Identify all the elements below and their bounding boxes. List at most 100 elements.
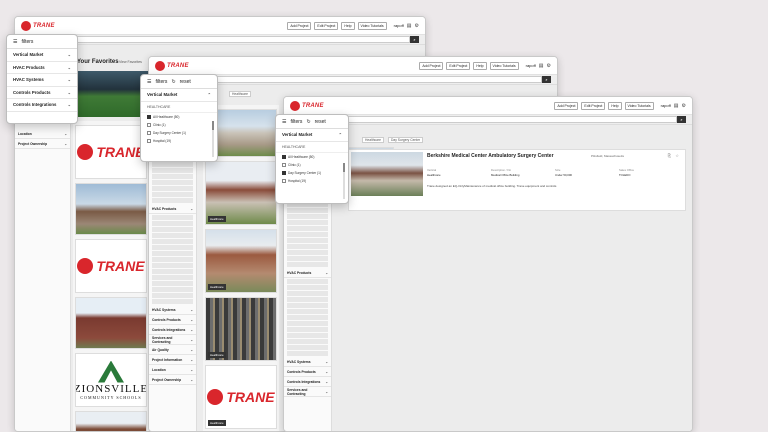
- sidebar-item-location[interactable]: Location ⌄: [15, 129, 70, 139]
- project-card[interactable]: TRANE Healthcare: [205, 365, 277, 429]
- video-tutorials-button[interactable]: Video Tutorials: [357, 21, 387, 30]
- filter-chip-healthcare[interactable]: Healthcare: [362, 137, 384, 143]
- filter-vertical-market[interactable]: Vertical Market ⌄: [7, 49, 77, 62]
- project-description: Trane designed an EQ-OnlyMaintenance of …: [427, 184, 557, 188]
- filter-icon[interactable]: ☰: [147, 79, 151, 85]
- chevron-down-icon: ⌄: [67, 77, 71, 83]
- sidebar-item-air-quality[interactable]: Air Quality ⌄: [149, 345, 196, 355]
- add-project-button[interactable]: Add Project: [287, 21, 312, 30]
- star-icon[interactable]: ☆: [675, 153, 679, 158]
- project-photo[interactable]: [351, 152, 423, 196]
- user-name[interactable]: rapoff: [394, 23, 404, 28]
- option-day-surgery[interactable]: Day Surgery Center (1): [141, 129, 217, 137]
- chevron-down-icon: ⌄: [64, 141, 67, 146]
- project-card[interactable]: [75, 297, 147, 349]
- reset-button[interactable]: reset: [315, 119, 326, 125]
- edit-project-button[interactable]: Edit Project: [446, 61, 471, 70]
- sidebar-item-project-information[interactable]: Project Information ⌄: [149, 355, 196, 365]
- trane-logo[interactable]: TRANE: [155, 60, 189, 71]
- sidebar-item-hvac-products[interactable]: HVAC Products ⌄: [149, 204, 196, 214]
- video-tutorials-button[interactable]: Video Tutorials: [624, 101, 654, 110]
- search-icon[interactable]: ⌕: [542, 76, 551, 83]
- chevron-up-icon: ⌃: [207, 92, 211, 98]
- sidebar-item-hvac-systems[interactable]: HVAC Systems ⌄: [284, 357, 331, 367]
- sidebar-item-controls-integrations[interactable]: Controls Integrations ⌄: [284, 377, 331, 387]
- option-day-surgery[interactable]: Day Surgery Center (1): [276, 169, 348, 177]
- zionsville-logo: ZIONSVILLE COMMUNITY SCHOOLS: [76, 354, 146, 406]
- sidebar-item-project-ownership[interactable]: Project Ownership ⌄: [149, 375, 196, 385]
- video-tutorials-button[interactable]: Video Tutorials: [489, 61, 519, 70]
- project-card[interactable]: Healthcare: [205, 161, 277, 225]
- filter-controls-products[interactable]: Controls Products ⌄: [7, 87, 77, 99]
- project-card[interactable]: TRANE: [75, 239, 147, 293]
- gear-icon[interactable]: ⚙: [415, 23, 419, 29]
- sidebar-item-location[interactable]: Location ⌄: [149, 365, 196, 375]
- filter-icon[interactable]: ☰: [282, 119, 286, 125]
- sidebar-item-services-contracting[interactable]: Services and Contracting ⌄: [149, 335, 196, 345]
- edit-project-button[interactable]: Edit Project: [314, 21, 339, 30]
- sidebar-item-controls-integrations[interactable]: Controls Integrations ⌄: [149, 325, 196, 335]
- project-card[interactable]: Healthcare: [205, 229, 277, 293]
- project-card[interactable]: ZIONSVILLE COMMUNITY SCHOOLS: [75, 353, 147, 407]
- sidebar-item-hvac-systems[interactable]: HVAC Systems ⌄: [149, 305, 196, 315]
- filter-hvac-products[interactable]: HVAC Products ⌄: [7, 62, 77, 74]
- filter-controls-integrations[interactable]: Controls Integrations ⌄: [7, 99, 77, 112]
- document-icon[interactable]: ▤: [407, 23, 412, 29]
- trane-logo[interactable]: TRANE: [290, 100, 324, 111]
- gear-icon[interactable]: ⚙: [682, 103, 686, 109]
- user-name[interactable]: rapoff: [661, 103, 671, 108]
- filter-vertical-market[interactable]: Vertical Market ⌃: [141, 89, 217, 102]
- chevron-down-icon: ⌄: [64, 131, 67, 136]
- filter-scrollbar[interactable]: [212, 121, 214, 157]
- sidebar-item-controls-products[interactable]: Controls Products ⌄: [149, 315, 196, 325]
- filter-header: ☰ filters ↻ reset: [276, 115, 348, 129]
- top-bar: TRANE Add Project Edit Project Help Vide…: [149, 57, 557, 75]
- healthcare-label: HEALTHCARE: [141, 102, 217, 113]
- option-all-healthcare[interactable]: All Healthcare (50): [276, 153, 348, 161]
- user-name[interactable]: rapoff: [526, 63, 536, 68]
- share-icon[interactable]: ⎘: [668, 153, 671, 158]
- option-clinic[interactable]: Clinic (1): [141, 121, 217, 129]
- help-button[interactable]: Help: [341, 21, 355, 30]
- trane-mark-icon: [21, 20, 31, 31]
- document-icon[interactable]: ▤: [674, 103, 679, 109]
- top-bar: TRANE Add Project Edit Project Help Vide…: [15, 17, 425, 35]
- option-hospital[interactable]: Hospital (19): [141, 137, 217, 145]
- top-bar: TRANE Add Project Edit Project Help Vide…: [284, 97, 692, 115]
- search-icon[interactable]: ⌕: [677, 116, 686, 123]
- option-clinic[interactable]: Clinic (1): [276, 161, 348, 169]
- reset-icon[interactable]: ↻: [171, 79, 175, 85]
- trane-logo[interactable]: TRANE: [21, 20, 55, 31]
- filter-chip-day-surgery[interactable]: Day Surgery Center: [388, 137, 424, 143]
- gear-icon[interactable]: ⚙: [547, 63, 551, 69]
- reset-icon[interactable]: ↻: [306, 119, 310, 125]
- view-favorites-link[interactable]: View Favorites: [119, 60, 142, 64]
- filter-vertical-market[interactable]: Vertical Market ⌃: [276, 129, 348, 142]
- trane-logo-image: TRANE: [206, 366, 276, 428]
- search-icon[interactable]: ⌕: [410, 36, 419, 43]
- document-icon[interactable]: ▤: [539, 63, 544, 69]
- search-input[interactable]: [21, 36, 410, 43]
- reset-button[interactable]: reset: [180, 79, 191, 85]
- project-card[interactable]: [75, 411, 147, 431]
- project-card[interactable]: [75, 183, 147, 235]
- edit-project-button[interactable]: Edit Project: [581, 101, 606, 110]
- help-button[interactable]: Help: [473, 61, 487, 70]
- chevron-down-icon: ⌄: [67, 64, 71, 70]
- option-all-healthcare[interactable]: All Healthcare (50): [141, 113, 217, 121]
- sidebar-item-hvac-products[interactable]: HVAC Products ⌄: [284, 268, 331, 278]
- filter-icon[interactable]: ☰: [13, 39, 17, 45]
- option-hospital[interactable]: Hospital (19): [276, 177, 348, 185]
- add-project-button[interactable]: Add Project: [419, 61, 444, 70]
- help-button[interactable]: Help: [608, 101, 622, 110]
- project-card[interactable]: TRANE: [75, 125, 147, 179]
- filter-chip-healthcare[interactable]: Healthcare: [229, 91, 251, 97]
- sidebar-item-controls-products[interactable]: Controls Products ⌄: [284, 367, 331, 377]
- project-location: Pittsfield, Massachusetts: [591, 154, 625, 158]
- project-card[interactable]: Healthcare: [205, 297, 277, 361]
- filter-scrollbar[interactable]: [343, 163, 345, 199]
- sidebar-item-project-ownership[interactable]: Project Ownership ⌄: [15, 139, 70, 149]
- filter-hvac-systems[interactable]: HVAC Systems ⌄: [7, 74, 77, 87]
- add-project-button[interactable]: Add Project: [554, 101, 579, 110]
- sidebar-item-services-contracting[interactable]: Services and Contracting ⌄: [284, 387, 331, 397]
